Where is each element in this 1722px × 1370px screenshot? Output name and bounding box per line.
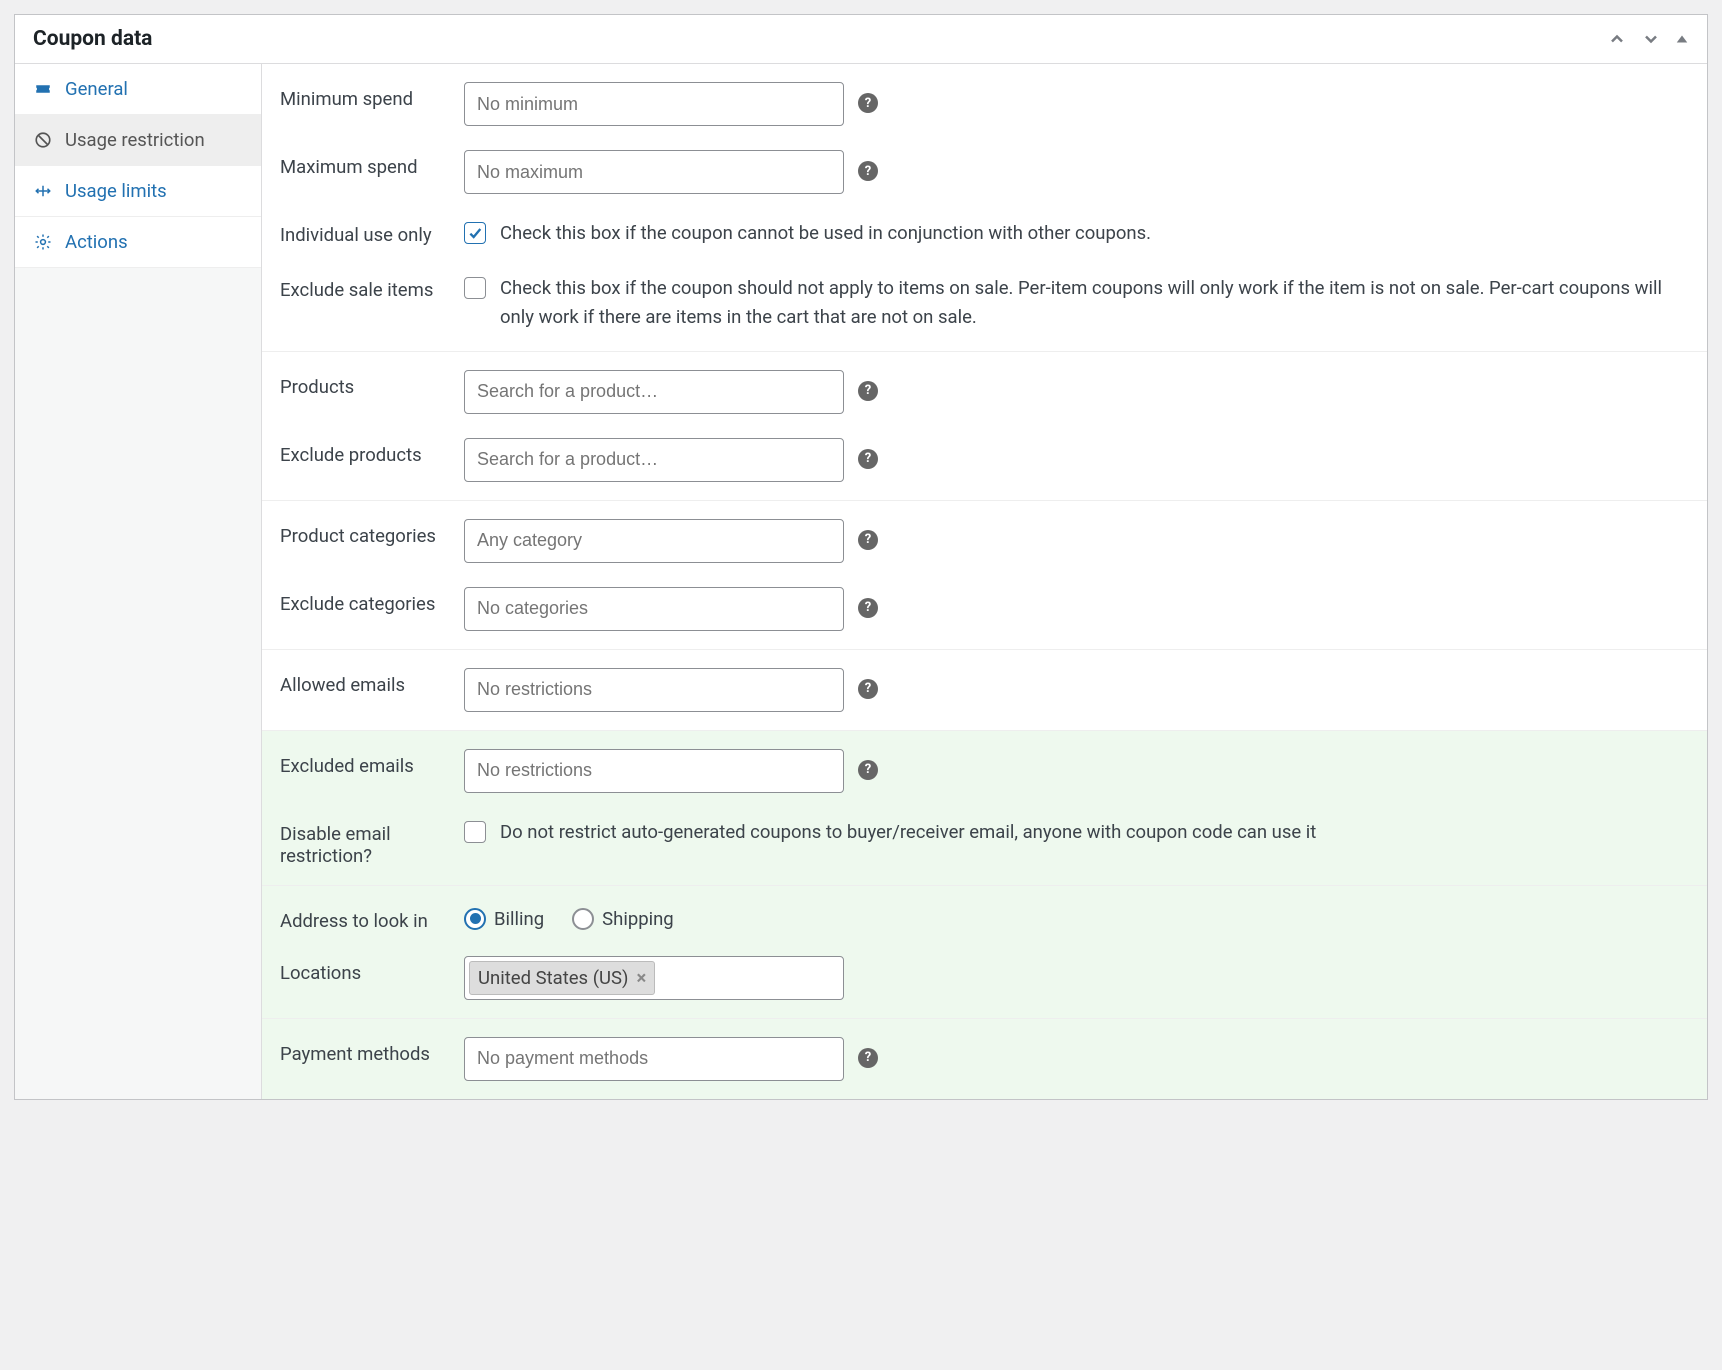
tab-actions[interactable]: Actions <box>15 217 261 268</box>
individual-use-checkbox[interactable] <box>464 222 486 244</box>
row-excluded-emails: Excluded emails ? <box>262 737 1707 805</box>
exclude-categories-input[interactable] <box>464 587 844 631</box>
minimum-spend-input[interactable] <box>464 82 844 126</box>
products-input[interactable] <box>464 370 844 414</box>
radio-shipping-label: Shipping <box>602 908 674 930</box>
disable-email-restriction-description: Do not restrict auto-generated coupons t… <box>500 817 1316 848</box>
label-address-to-look-in: Address to look in <box>280 904 452 932</box>
label-payment-methods: Payment methods <box>280 1037 452 1065</box>
radio-shipping[interactable] <box>572 908 594 930</box>
panel-body: General Usage restriction Usage limits A… <box>15 64 1707 1099</box>
tab-label: Usage restriction <box>65 129 205 151</box>
payment-methods-input[interactable] <box>464 1037 844 1081</box>
panel-controls <box>1607 29 1689 49</box>
label-exclude-categories: Exclude categories <box>280 587 452 615</box>
radio-billing-label: Billing <box>494 908 544 930</box>
help-icon[interactable]: ? <box>858 161 878 181</box>
tab-usage-limits[interactable]: Usage limits <box>15 166 261 217</box>
arrows-horizontal-icon <box>33 181 53 201</box>
label-exclude-sale: Exclude sale items <box>280 273 452 301</box>
tab-label: Actions <box>65 231 128 253</box>
panel-title: Coupon data <box>33 27 152 51</box>
tab-label: General <box>65 78 128 100</box>
row-address-to-look-in: Address to look in Billing Shipping <box>262 892 1707 944</box>
label-allowed-emails: Allowed emails <box>280 668 452 696</box>
row-exclude-sale: Exclude sale items Check this box if the… <box>262 261 1707 345</box>
location-chip: United States (US) × <box>469 961 655 995</box>
sidebar: General Usage restriction Usage limits A… <box>15 64 262 1099</box>
row-exclude-categories: Exclude categories ? <box>262 575 1707 643</box>
row-allowed-emails: Allowed emails ? <box>262 656 1707 724</box>
help-icon[interactable]: ? <box>858 93 878 113</box>
individual-use-description: Check this box if the coupon cannot be u… <box>500 218 1151 249</box>
row-locations: Locations United States (US) × <box>262 944 1707 1012</box>
exclude-sale-description: Check this box if the coupon should not … <box>500 273 1689 333</box>
panel-header: Coupon data <box>15 15 1707 64</box>
chevron-down-icon[interactable] <box>1641 29 1661 49</box>
remove-chip-icon[interactable]: × <box>636 967 646 989</box>
tab-usage-restriction[interactable]: Usage restriction <box>15 115 261 166</box>
excluded-emails-input[interactable] <box>464 749 844 793</box>
caret-up-icon[interactable] <box>1675 32 1689 46</box>
label-products: Products <box>280 370 452 398</box>
exclude-products-input[interactable] <box>464 438 844 482</box>
exclude-sale-checkbox[interactable] <box>464 277 486 299</box>
row-product-categories: Product categories ? <box>262 507 1707 575</box>
row-minimum-spend: Minimum spend ? <box>262 70 1707 138</box>
coupon-data-panel: Coupon data General <box>14 14 1708 1100</box>
section-products: Products ? Exclude products ? <box>262 352 1707 501</box>
maximum-spend-input[interactable] <box>464 150 844 194</box>
label-maximum-spend: Maximum spend <box>280 150 452 178</box>
ban-icon <box>33 130 53 150</box>
content: Minimum spend ? Maximum spend ? Individu… <box>262 64 1707 1099</box>
gear-icon <box>33 232 53 252</box>
radio-billing[interactable] <box>464 908 486 930</box>
label-product-categories: Product categories <box>280 519 452 547</box>
help-icon[interactable]: ? <box>858 381 878 401</box>
tab-general[interactable]: General <box>15 64 261 115</box>
section-excluded-emails: Excluded emails ? Disable email restrict… <box>262 731 1707 886</box>
allowed-emails-input[interactable] <box>464 668 844 712</box>
help-icon[interactable]: ? <box>858 1048 878 1068</box>
section-categories: Product categories ? Exclude categories … <box>262 501 1707 650</box>
chevron-up-icon[interactable] <box>1607 29 1627 49</box>
help-icon[interactable]: ? <box>858 679 878 699</box>
label-individual-use: Individual use only <box>280 218 452 246</box>
section-allowed-emails: Allowed emails ? <box>262 650 1707 731</box>
row-exclude-products: Exclude products ? <box>262 426 1707 494</box>
label-locations: Locations <box>280 956 452 984</box>
locations-select[interactable]: United States (US) × <box>464 956 844 1000</box>
tab-label: Usage limits <box>65 180 167 202</box>
section-spend: Minimum spend ? Maximum spend ? Individu… <box>262 64 1707 352</box>
help-icon[interactable]: ? <box>858 598 878 618</box>
label-exclude-products: Exclude products <box>280 438 452 466</box>
row-products: Products ? <box>262 358 1707 426</box>
row-disable-email-restriction: Disable email restriction? Do not restri… <box>262 805 1707 879</box>
label-excluded-emails: Excluded emails <box>280 749 452 777</box>
section-address-location: Address to look in Billing Shipping <box>262 886 1707 1019</box>
disable-email-restriction-checkbox[interactable] <box>464 821 486 843</box>
location-chip-label: United States (US) <box>478 967 628 989</box>
help-icon[interactable]: ? <box>858 449 878 469</box>
label-minimum-spend: Minimum spend <box>280 82 452 110</box>
ticket-icon <box>33 79 53 99</box>
label-disable-email-restriction: Disable email restriction? <box>280 817 452 867</box>
help-icon[interactable]: ? <box>858 530 878 550</box>
product-categories-input[interactable] <box>464 519 844 563</box>
row-individual-use: Individual use only Check this box if th… <box>262 206 1707 261</box>
row-maximum-spend: Maximum spend ? <box>262 138 1707 206</box>
row-payment-methods: Payment methods ? <box>262 1025 1707 1093</box>
help-icon[interactable]: ? <box>858 760 878 780</box>
section-payment-methods: Payment methods ? <box>262 1019 1707 1099</box>
